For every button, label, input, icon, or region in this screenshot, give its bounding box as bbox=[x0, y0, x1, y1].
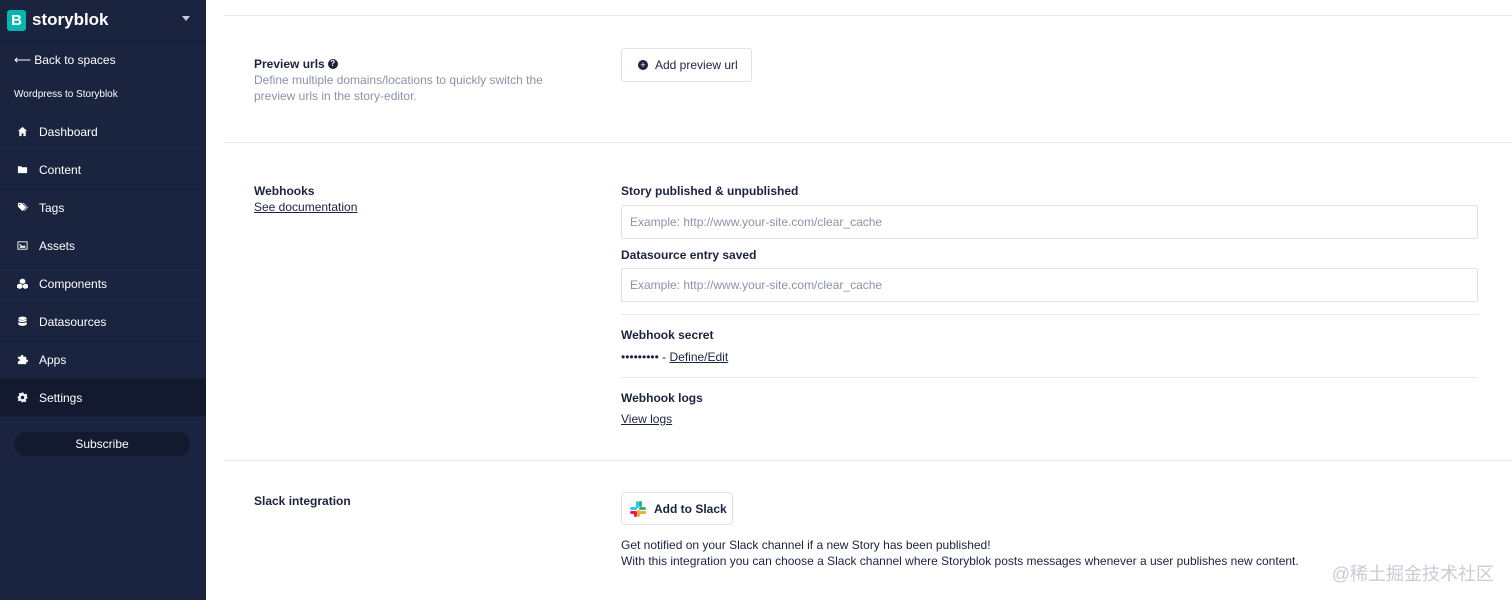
sidebar-item-components[interactable]: Components bbox=[0, 265, 206, 303]
sidebar-item-datasources[interactable]: Datasources bbox=[0, 303, 206, 341]
webhook-secret-value: ••••••••• - Define/Edit bbox=[621, 350, 728, 364]
sidebar-item-label: Datasources bbox=[39, 314, 107, 329]
sidebar: B storyblok ⟵ Back to spaces Wordpress t… bbox=[0, 0, 206, 600]
add-to-slack-button[interactable]: Add to Slack bbox=[621, 492, 733, 525]
sidebar-item-label: Components bbox=[39, 276, 108, 291]
storyblok-logo-icon: B bbox=[7, 9, 26, 31]
slack-description: Get notified on your Slack channel if a … bbox=[621, 537, 1299, 569]
see-documentation-link[interactable]: See documentation bbox=[254, 200, 357, 214]
sidebar-item-label: Content bbox=[39, 162, 82, 177]
tags-icon bbox=[16, 202, 28, 214]
chevron-down-icon[interactable] bbox=[182, 16, 190, 21]
view-logs-link[interactable]: View logs bbox=[621, 412, 672, 426]
back-to-spaces-label: Back to spaces bbox=[34, 53, 116, 67]
sidebar-item-dashboard[interactable]: Dashboard bbox=[0, 113, 206, 151]
brand-name: storyblok bbox=[32, 10, 109, 29]
sidebar-nav: Dashboard Content Tags Assets Components bbox=[0, 113, 206, 417]
sidebar-item-label: Tags bbox=[39, 200, 65, 215]
subscribe-button[interactable]: Subscribe bbox=[14, 432, 190, 456]
sidebar-item-apps[interactable]: Apps bbox=[0, 341, 206, 379]
slack-icon bbox=[630, 500, 646, 517]
add-to-slack-label: Add to Slack bbox=[654, 501, 727, 516]
add-preview-url-label: Add preview url bbox=[655, 58, 738, 72]
image-icon bbox=[16, 240, 28, 252]
secret-masked: ••••••••• - bbox=[621, 350, 670, 364]
sidebar-item-settings[interactable]: Settings bbox=[0, 379, 206, 417]
divider bbox=[224, 142, 1512, 143]
preview-urls-label: Preview urls bbox=[254, 57, 325, 71]
slack-desc-line2: With this integration you can choose a S… bbox=[621, 554, 1299, 568]
add-preview-url-button[interactable]: + Add preview url bbox=[621, 48, 752, 82]
sidebar-item-content[interactable]: Content bbox=[0, 151, 206, 189]
story-webhook-input[interactable] bbox=[621, 205, 1478, 239]
preview-urls-description: Define multiple domains/locations to qui… bbox=[254, 73, 543, 103]
brand[interactable]: B storyblok bbox=[7, 8, 109, 32]
webhook-logs-label: Webhook logs bbox=[621, 391, 703, 405]
sidebar-item-assets[interactable]: Assets bbox=[0, 227, 206, 265]
sidebar-item-label: Dashboard bbox=[39, 124, 98, 139]
divider bbox=[224, 460, 1512, 461]
help-icon[interactable]: ? bbox=[327, 58, 338, 69]
datasource-entry-label: Datasource entry saved bbox=[621, 248, 757, 262]
gear-icon bbox=[16, 392, 28, 404]
folder-icon bbox=[16, 164, 28, 176]
datasource-webhook-input[interactable] bbox=[621, 268, 1478, 302]
puzzle-icon bbox=[16, 354, 28, 366]
database-icon bbox=[16, 316, 28, 328]
divider bbox=[621, 314, 1478, 315]
divider bbox=[224, 15, 1512, 16]
sidebar-item-label: Settings bbox=[39, 390, 83, 405]
slack-desc-line1: Get notified on your Slack channel if a … bbox=[621, 538, 991, 552]
story-published-label: Story published & unpublished bbox=[621, 184, 799, 198]
preview-urls-title: Preview urls? bbox=[254, 57, 338, 71]
home-icon bbox=[16, 126, 28, 138]
back-to-spaces-link[interactable]: ⟵ Back to spaces bbox=[14, 53, 116, 67]
watermark: @稀土掘金技术社区 bbox=[1331, 564, 1494, 584]
sidebar-item-tags[interactable]: Tags bbox=[0, 189, 206, 227]
sidebar-item-label: Apps bbox=[39, 352, 67, 367]
divider bbox=[0, 41, 206, 42]
sidebar-item-label: Assets bbox=[39, 238, 76, 253]
space-name: Wordpress to Storyblok bbox=[14, 89, 118, 100]
webhooks-title: Webhooks bbox=[254, 184, 315, 198]
slack-integration-title: Slack integration bbox=[254, 494, 351, 508]
define-edit-link[interactable]: Define/Edit bbox=[669, 350, 728, 364]
webhook-secret-label: Webhook secret bbox=[621, 328, 714, 342]
settings-main: Preview urls? Define multiple domains/lo… bbox=[206, 0, 1512, 600]
divider bbox=[621, 377, 1478, 378]
arrow-left-icon: ⟵ bbox=[14, 53, 32, 67]
cubes-icon bbox=[16, 278, 28, 290]
plus-circle-icon: + bbox=[638, 60, 648, 70]
